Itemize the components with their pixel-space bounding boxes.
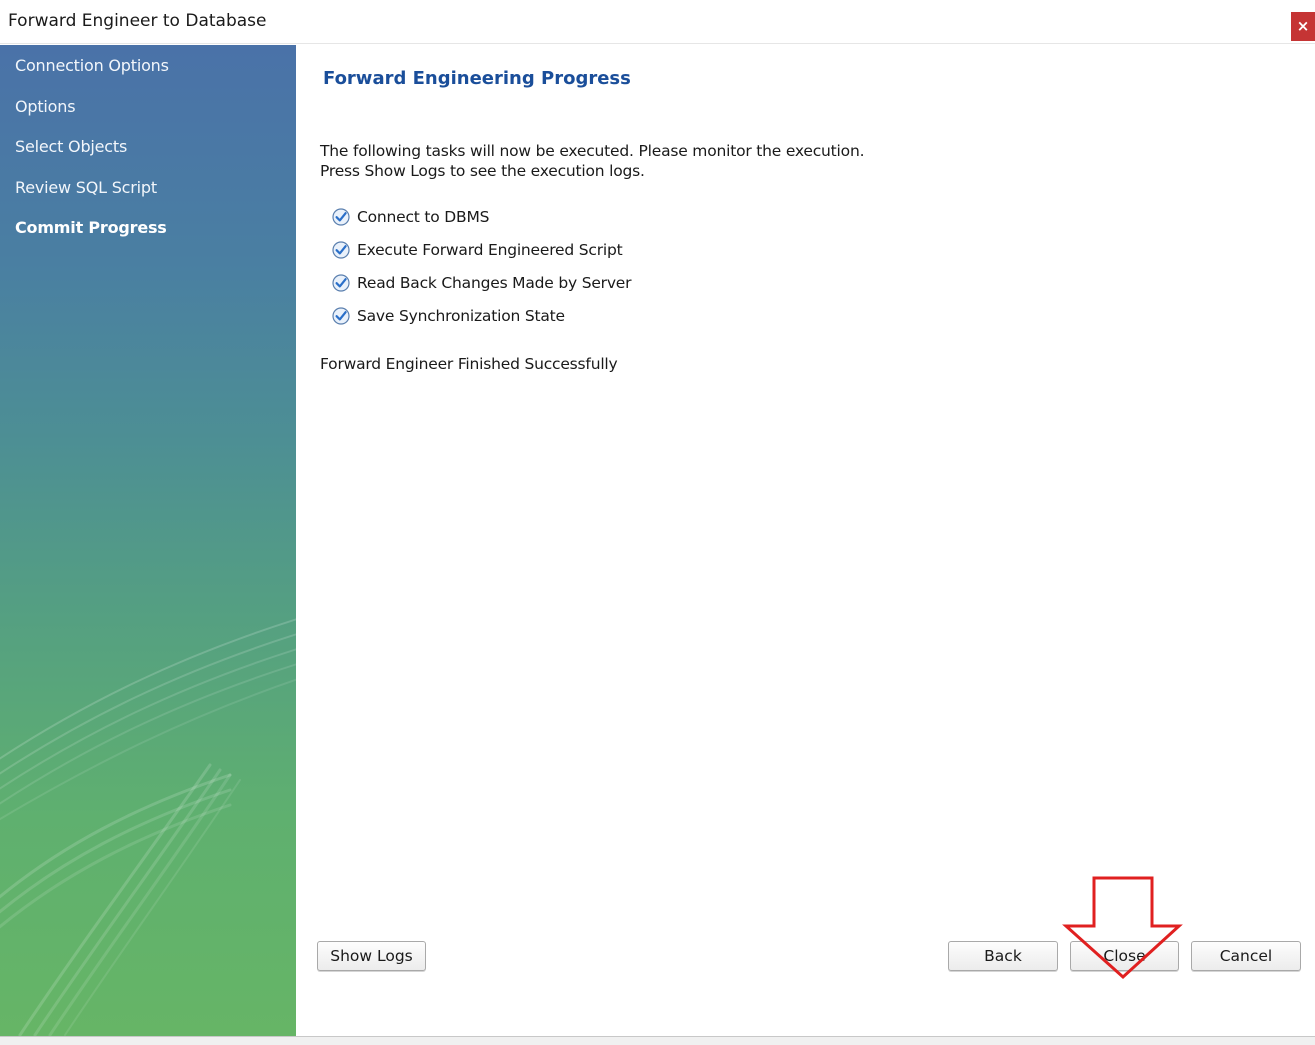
status-bar: [0, 1036, 1315, 1045]
dialog-window: Forward Engineer to Database × Connectio…: [0, 0, 1315, 1045]
down-arrow-icon: [1062, 876, 1183, 980]
intro-text-line-1: The following tasks will now be executed…: [320, 142, 865, 160]
check-circle-icon: [332, 208, 350, 226]
window-title: Forward Engineer to Database: [8, 11, 267, 31]
task-label: Save Synchronization State: [357, 307, 565, 325]
task-item: Connect to DBMS: [332, 206, 489, 228]
page-title: Forward Engineering Progress: [323, 68, 631, 89]
status-message: Forward Engineer Finished Successfully: [320, 355, 618, 373]
show-logs-button[interactable]: Show Logs: [317, 941, 426, 971]
wizard-sidebar: Connection Options Options Select Object…: [0, 45, 296, 1036]
task-item: Save Synchronization State: [332, 305, 565, 327]
sidebar-item-commit-progress[interactable]: Commit Progress: [15, 218, 167, 237]
check-circle-icon: [332, 307, 350, 325]
sidebar-item-options[interactable]: Options: [15, 97, 76, 116]
sidebar-item-connection-options[interactable]: Connection Options: [15, 56, 169, 75]
window-close-button[interactable]: ×: [1291, 12, 1315, 41]
cancel-button[interactable]: Cancel: [1191, 941, 1301, 971]
task-item: Read Back Changes Made by Server: [332, 272, 632, 294]
title-bar: Forward Engineer to Database ×: [0, 0, 1315, 44]
task-label: Execute Forward Engineered Script: [357, 241, 623, 259]
sidebar-item-select-objects[interactable]: Select Objects: [15, 137, 127, 156]
intro-text-line-2: Press Show Logs to see the execution log…: [320, 162, 645, 180]
check-circle-icon: [332, 241, 350, 259]
task-item: Execute Forward Engineered Script: [332, 239, 623, 261]
check-circle-icon: [332, 274, 350, 292]
task-label: Read Back Changes Made by Server: [357, 274, 632, 292]
task-label: Connect to DBMS: [357, 208, 490, 226]
sidebar-item-review-sql-script[interactable]: Review SQL Script: [15, 178, 157, 197]
back-button[interactable]: Back: [948, 941, 1058, 971]
